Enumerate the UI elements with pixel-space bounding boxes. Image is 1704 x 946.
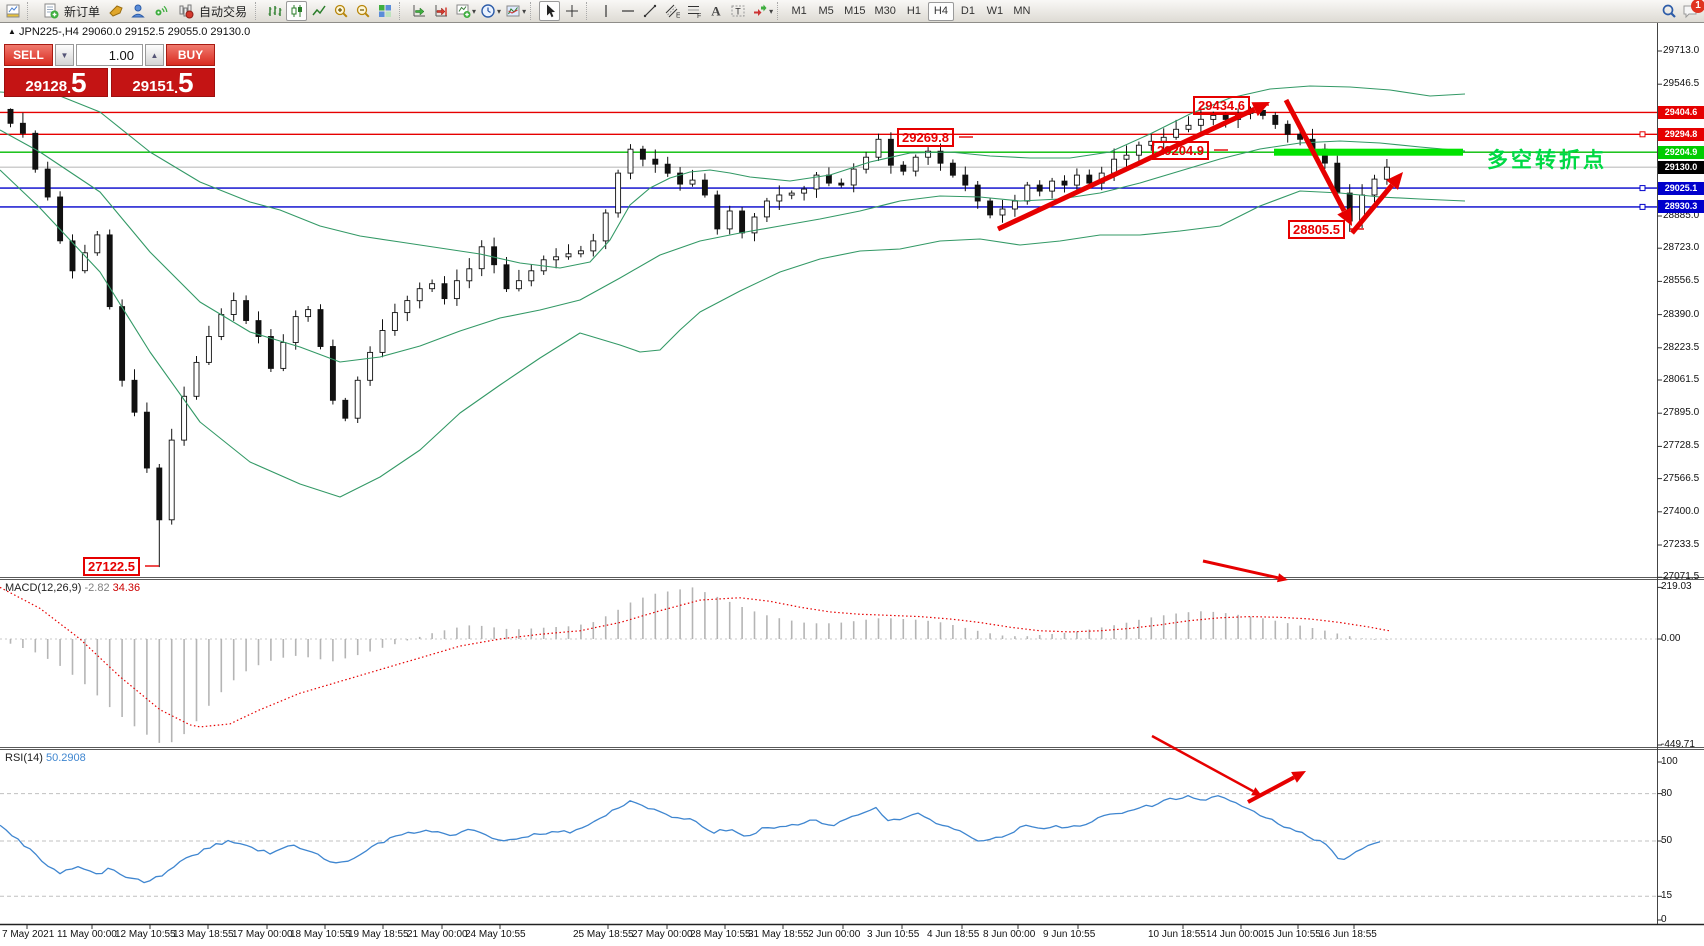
buy-price-frac: 5 bbox=[178, 72, 194, 95]
buy-price[interactable]: 29151.5 bbox=[111, 68, 215, 97]
time-tick-label: 25 May 18:55 bbox=[573, 929, 634, 940]
macd-signal-value: 34.36 bbox=[113, 582, 141, 594]
one-click-trading-panel: SELL ▼ 1.00 ▲ BUY 29128.5 29151.5 bbox=[4, 44, 215, 97]
trading-platform-window: 新订单 自动交易 ▾ ▾ ▾ E F A T ▾ M1M5M1 bbox=[0, 0, 1704, 946]
rsi-name: RSI(14) bbox=[5, 752, 43, 764]
macd-indicator bbox=[0, 587, 1657, 743]
volume-input[interactable]: 1.00 bbox=[76, 44, 143, 66]
time-tick-label: 16 Jun 18:55 bbox=[1319, 929, 1377, 940]
annotation-text[interactable]: 多空转折点 bbox=[1487, 144, 1607, 174]
time-tick-label: 31 May 18:55 bbox=[748, 929, 809, 940]
time-tick-label: 19 May 18:55 bbox=[348, 929, 409, 940]
symbol-ohlc: 29060.0 29152.5 29055.0 29130.0 bbox=[82, 26, 250, 38]
rsi-tick-label: 15 bbox=[1661, 890, 1672, 901]
bollinger-bands bbox=[0, 86, 1465, 497]
volume-increase-button[interactable]: ▲ bbox=[145, 44, 164, 66]
macd-tick-label: 0.00 bbox=[1661, 633, 1680, 644]
horizontal-line-objects[interactable] bbox=[0, 112, 1657, 206]
time-tick-label: 21 May 00:00 bbox=[407, 929, 468, 940]
macd-label: MACD(12,26,9) -2.82 34.36 bbox=[5, 582, 140, 594]
time-tick-label: 10 Jun 18:55 bbox=[1148, 929, 1206, 940]
price-callout[interactable]: 29269.8 bbox=[897, 128, 954, 147]
price-tick-label: 29713.0 bbox=[1663, 45, 1699, 56]
panel-separators bbox=[0, 23, 1704, 925]
rsi-tick-label: 80 bbox=[1661, 788, 1672, 799]
price-tick-label: 27233.5 bbox=[1663, 539, 1699, 550]
candles bbox=[8, 107, 1389, 568]
buy-button[interactable]: BUY bbox=[166, 44, 215, 66]
axis-ticks bbox=[27, 51, 1662, 929]
rsi-indicator bbox=[0, 794, 1657, 897]
symbol-header: ▲ JPN225-,H4 29060.0 29152.5 29055.0 291… bbox=[8, 26, 250, 38]
rsi-tick-label: 0 bbox=[1661, 914, 1667, 925]
buy-price-main: 29151 bbox=[132, 79, 174, 95]
macd-value: -2.82 bbox=[84, 582, 109, 594]
time-tick-label: 14 Jun 00:00 bbox=[1206, 929, 1264, 940]
price-callout[interactable]: 29204.9 bbox=[1152, 141, 1209, 160]
price-tick-label: 28390.0 bbox=[1663, 309, 1699, 320]
time-tick-label: 12 May 10:55 bbox=[115, 929, 176, 940]
callout-leaders bbox=[145, 105, 1364, 566]
time-tick-label: 2 Jun 00:00 bbox=[808, 929, 860, 940]
time-tick-label: 24 May 10:55 bbox=[465, 929, 526, 940]
time-tick-label: 9 Jun 10:55 bbox=[1043, 929, 1095, 940]
sell-price-main: 29128 bbox=[25, 79, 67, 95]
price-chart[interactable] bbox=[0, 0, 1704, 946]
sell-button[interactable]: SELL bbox=[4, 44, 53, 66]
time-tick-label: 17 May 00:00 bbox=[232, 929, 293, 940]
volume-decrease-button[interactable]: ▼ bbox=[55, 44, 74, 66]
price-tick-label: 28723.0 bbox=[1663, 242, 1699, 253]
time-tick-label: 28 May 10:55 bbox=[690, 929, 751, 940]
rsi-label: RSI(14) 50.2908 bbox=[5, 752, 86, 764]
price-callout[interactable]: 28805.5 bbox=[1288, 220, 1345, 239]
time-tick-label: 3 Jun 10:55 bbox=[867, 929, 919, 940]
price-tick-label: 28223.5 bbox=[1663, 342, 1699, 353]
sell-price[interactable]: 29128.5 bbox=[4, 68, 108, 97]
time-tick-label: 13 May 18:55 bbox=[173, 929, 234, 940]
sell-price-frac: 5 bbox=[71, 72, 87, 95]
time-tick-label: 18 May 10:55 bbox=[290, 929, 351, 940]
time-tick-label: 4 Jun 18:55 bbox=[927, 929, 979, 940]
time-tick-label: 15 Jun 10:55 bbox=[1263, 929, 1321, 940]
price-tag: 29294.8 bbox=[1658, 128, 1704, 141]
rsi-tick-label: 50 bbox=[1661, 835, 1672, 846]
time-tick-label: 8 Jun 00:00 bbox=[983, 929, 1035, 940]
price-callout[interactable]: 27122.5 bbox=[83, 557, 140, 576]
macd-tick-label: 219.03 bbox=[1661, 581, 1692, 592]
line-handles[interactable] bbox=[1640, 132, 1645, 210]
macd-name: MACD(12,26,9) bbox=[5, 582, 81, 594]
symbol-marker: ▲ bbox=[8, 27, 16, 36]
price-tick-label: 27566.5 bbox=[1663, 473, 1699, 484]
price-tick-label: 27895.0 bbox=[1663, 407, 1699, 418]
price-callout[interactable]: 29434.6 bbox=[1193, 96, 1250, 115]
macd-tick-label: -449.71 bbox=[1661, 739, 1695, 750]
trend-arrows[interactable] bbox=[998, 100, 1403, 802]
price-tag: 28930.3 bbox=[1658, 200, 1704, 213]
support-zone-band[interactable] bbox=[1274, 149, 1463, 156]
time-tick-label: 7 May 2021 bbox=[2, 929, 54, 940]
price-tag: 29025.1 bbox=[1658, 182, 1704, 195]
time-tick-label: 11 May 00:00 bbox=[57, 929, 117, 940]
rsi-tick-label: 100 bbox=[1661, 756, 1678, 767]
price-tick-label: 28556.5 bbox=[1663, 275, 1699, 286]
rsi-value: 50.2908 bbox=[46, 752, 86, 764]
price-tick-label: 27400.0 bbox=[1663, 506, 1699, 517]
price-tick-label: 28061.5 bbox=[1663, 374, 1699, 385]
symbol-name: JPN225-,H4 bbox=[19, 26, 79, 38]
price-tag: 29204.9 bbox=[1658, 146, 1704, 159]
time-tick-label: 27 May 00:00 bbox=[632, 929, 693, 940]
price-tick-label: 29546.5 bbox=[1663, 78, 1699, 89]
price-tick-label: 27728.5 bbox=[1663, 440, 1699, 451]
price-tag: 29404.6 bbox=[1658, 106, 1704, 119]
price-tag: 29130.0 bbox=[1658, 161, 1704, 174]
